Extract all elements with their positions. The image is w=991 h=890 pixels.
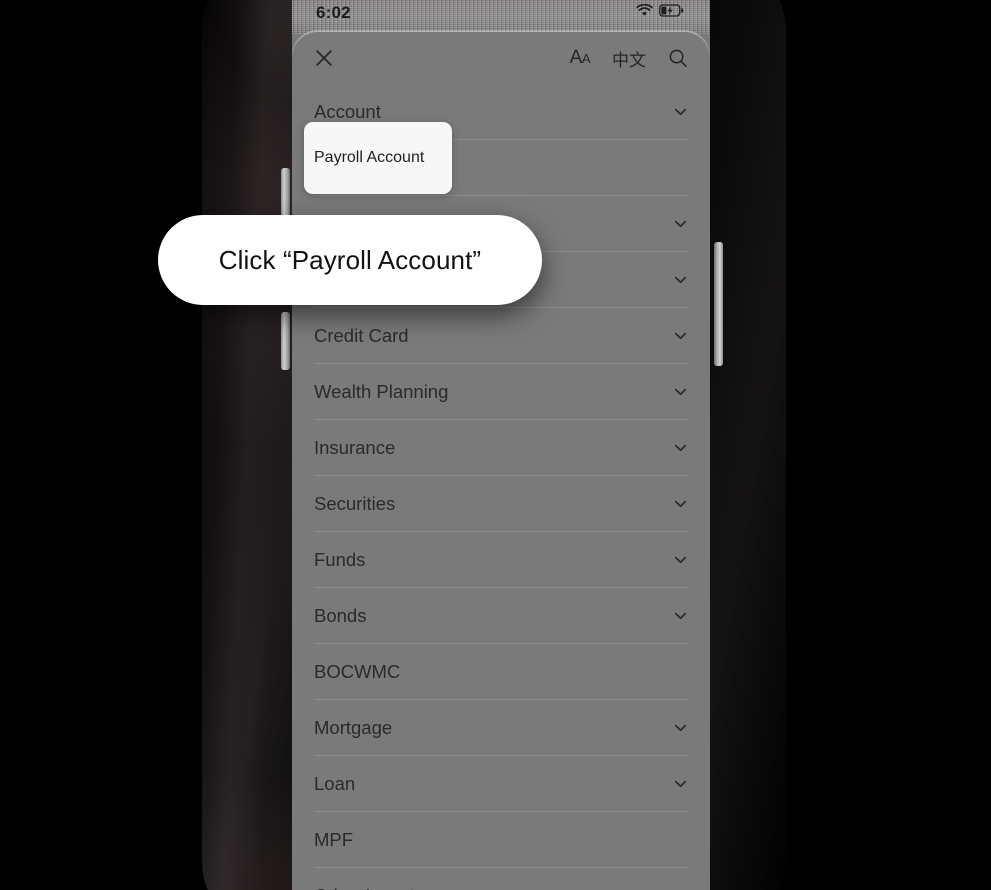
menu-row[interactable]: Funds — [314, 532, 688, 588]
status-indicators — [636, 3, 684, 22]
menu-row-label: BOCWMC — [314, 660, 401, 682]
menu-row-label: Insurance — [314, 436, 396, 458]
menu-row-label: MPF — [314, 828, 354, 850]
menu-row[interactable]: Wealth Planning — [314, 364, 688, 420]
sheet-header: AA 中文 — [292, 32, 710, 84]
chevron-down-icon — [675, 612, 686, 620]
menu-row[interactable]: Mortgage — [314, 700, 688, 756]
menu-row-label: Credit Card — [314, 324, 409, 346]
power-button[interactable] — [714, 242, 723, 366]
chevron-down-icon — [675, 724, 686, 732]
menu-row-label: Loan — [314, 772, 356, 794]
close-icon[interactable] — [314, 48, 334, 68]
menu-row[interactable]: Insurance — [314, 420, 688, 476]
chevron-down-icon — [675, 332, 686, 340]
chevron-down-icon — [675, 108, 686, 116]
header-actions: AA 中文 — [570, 46, 688, 71]
menu-row-label: Wealth Planning — [314, 380, 449, 402]
chevron-down-icon — [675, 500, 686, 508]
status-time: 6:02 — [316, 3, 351, 22]
menu-row[interactable]: Bonds — [314, 588, 688, 644]
chevron-down-icon — [675, 444, 686, 452]
battery-charging-icon — [659, 4, 684, 22]
menu-row-label: Other Investm — [314, 885, 430, 890]
language-toggle[interactable]: 中文 — [612, 46, 646, 71]
chevron-down-icon — [675, 780, 686, 788]
menu-row[interactable]: BOCWMC — [314, 644, 688, 700]
menu-row-label: Mortgage — [314, 716, 393, 738]
chevron-down-icon — [675, 276, 686, 284]
app-sheet: AA 中文 Account Credit Card Wealth Planning I… — [292, 32, 710, 890]
navigation-menu: Account Credit Card Wealth Planning Insuran… — [292, 84, 710, 890]
wifi-icon — [636, 3, 653, 22]
menu-row[interactable]: Other Investm — [314, 868, 688, 890]
status-bar: 6:02 — [292, 0, 710, 26]
volume-down-button[interactable] — [281, 312, 290, 370]
menu-row-label: Bonds — [314, 604, 367, 626]
instruction-tooltip: Click “Payroll Account” — [158, 215, 542, 305]
phone-screen: 6:02 A A 中文 Account Credit Card Wealth P… — [292, 0, 710, 890]
menu-row-label: Securities — [314, 492, 396, 514]
chevron-down-icon — [675, 388, 686, 396]
dropdown-item-payroll-account[interactable]: Payroll Account — [314, 149, 424, 167]
instruction-tooltip-text: Click “Payroll Account” — [218, 244, 482, 275]
menu-row[interactable]: Securities — [314, 476, 688, 532]
chevron-down-icon — [675, 556, 686, 564]
search-icon[interactable] — [668, 48, 688, 68]
chevron-down-icon — [675, 220, 686, 228]
screenshot-stage: 6:02 A A 中文 Account Credit Card Wealth P… — [0, 0, 991, 890]
menu-row-label: Account — [314, 100, 381, 122]
font-size-small-a: A — [581, 50, 591, 66]
menu-row[interactable]: Credit Card — [314, 308, 688, 364]
menu-row-label: Funds — [314, 548, 366, 570]
account-dropdown-popup: Payroll Account — [304, 122, 452, 194]
font-size-large-a: A — [569, 47, 583, 68]
menu-row[interactable]: Loan — [314, 756, 688, 812]
menu-row[interactable]: MPF — [314, 812, 688, 868]
font-size-icon[interactable]: AA — [569, 47, 591, 69]
